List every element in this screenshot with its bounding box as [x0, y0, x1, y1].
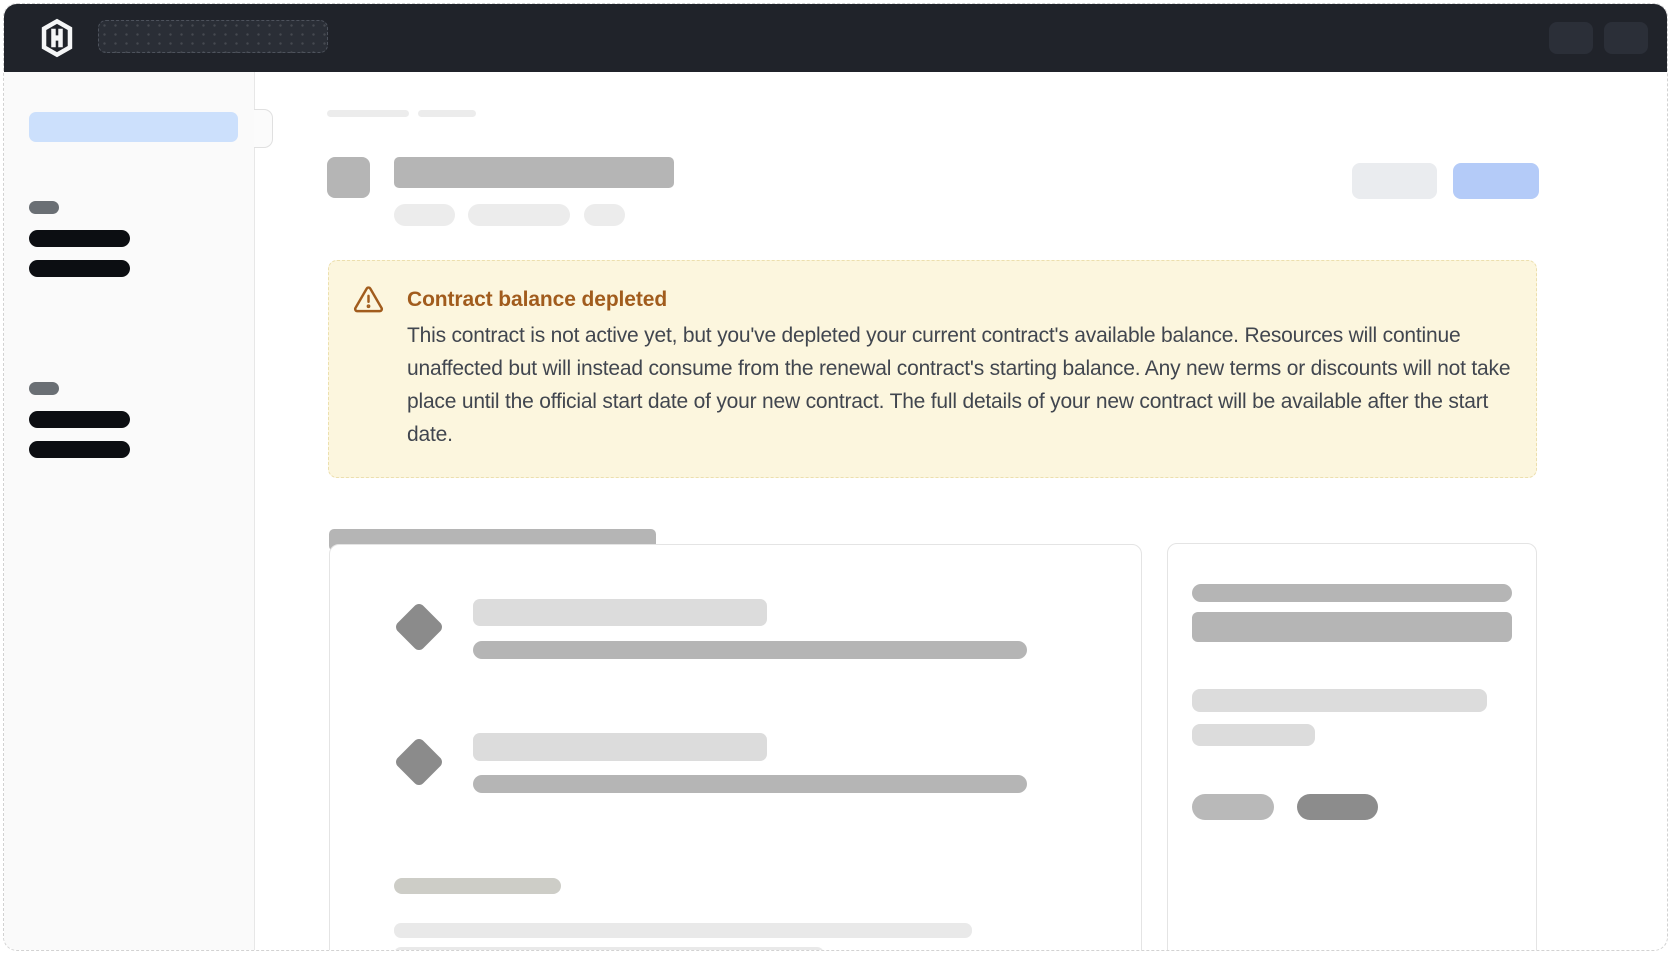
header-help-button[interactable]: [1549, 22, 1593, 54]
warning-triangle-icon: [353, 284, 384, 315]
status-badge: [394, 204, 455, 226]
card-heading-placeholder: [1192, 612, 1512, 642]
list-item-title-placeholder: [473, 733, 767, 761]
header-user-menu-button[interactable]: [1604, 22, 1648, 54]
search-input[interactable]: [98, 20, 328, 53]
annotation-pill-placeholder: [394, 878, 561, 894]
status-badge: [468, 204, 570, 226]
card-text-placeholder: [1192, 689, 1487, 712]
list-item-text-placeholder: [473, 775, 1027, 793]
card-button-placeholder[interactable]: [1297, 794, 1378, 820]
sidebar-section-label: [29, 201, 59, 214]
list-item-title-placeholder: [473, 599, 767, 626]
status-badge: [584, 204, 625, 226]
diamond-icon: [394, 602, 445, 653]
sidebar-section-label: [29, 382, 59, 395]
summary-card: [1167, 543, 1537, 951]
annotation-bar-placeholder: [394, 947, 824, 951]
card-button-placeholder[interactable]: [1192, 794, 1274, 820]
secondary-action-button[interactable]: [1352, 163, 1437, 199]
breadcrumb-item[interactable]: [418, 110, 476, 117]
primary-action-button[interactable]: [1453, 163, 1539, 199]
app-header: [4, 4, 1667, 72]
diamond-icon: [394, 737, 445, 788]
sidebar-active-item[interactable]: [29, 112, 238, 142]
page-title-placeholder: [394, 157, 674, 188]
sidebar-item[interactable]: [29, 260, 130, 277]
card-heading-placeholder: [1192, 584, 1512, 602]
breadcrumb-item[interactable]: [327, 110, 409, 117]
list-item-text-placeholder: [473, 641, 1027, 659]
card-text-placeholder: [1192, 724, 1315, 746]
page-icon-placeholder: [327, 157, 370, 198]
sidebar-item[interactable]: [29, 411, 130, 428]
hashicorp-logo-icon: [38, 18, 76, 58]
alert-title: Contract balance depleted: [407, 283, 667, 316]
warning-alert: Contract balance depleted This contract …: [328, 260, 1537, 478]
sidebar-item[interactable]: [29, 230, 130, 247]
annotation-bar-placeholder: [394, 923, 972, 938]
sidebar-item[interactable]: [29, 441, 130, 458]
details-card: [329, 544, 1142, 951]
sidebar: [4, 72, 255, 950]
app-window: Contract balance depleted This contract …: [3, 3, 1668, 951]
alert-body: This contract is not active yet, but you…: [407, 319, 1512, 451]
sidebar-collapse-handle[interactable]: [254, 109, 273, 148]
